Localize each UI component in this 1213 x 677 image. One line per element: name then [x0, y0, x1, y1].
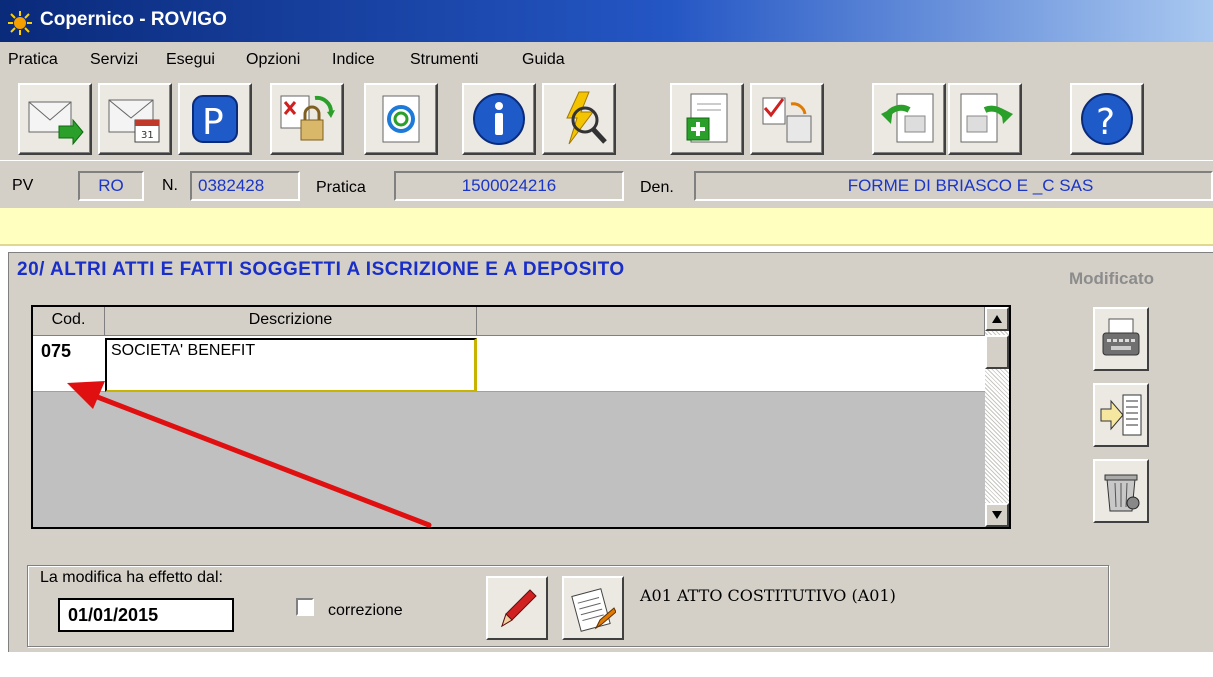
atto-label: A01 ATTO COSTITUTIVO (A01): [640, 586, 896, 605]
scroll-down-button[interactable]: [985, 503, 1009, 527]
typewriter-icon: [1102, 318, 1140, 356]
pv-label: PV: [12, 177, 34, 194]
parking-button[interactable]: P: [178, 83, 252, 155]
main-panel: 20/ ALTRI ATTI E FATTI SOGGETTI A ISCRIZ…: [8, 252, 1213, 652]
document-back-icon: [881, 93, 934, 143]
table-row[interactable]: 075 SOCIETA' BENEFIT: [33, 336, 985, 392]
n-field: 0382428: [190, 171, 300, 201]
scroll-up-button[interactable]: [985, 307, 1009, 331]
n-label: N.: [162, 177, 178, 194]
pratica-label: Pratica: [316, 179, 366, 196]
check-swap-button[interactable]: [750, 83, 824, 155]
mail-calendar-icon: 31: [108, 99, 160, 143]
mail-calendar-button[interactable]: 31: [98, 83, 172, 155]
section-title: 20/ ALTRI ATTI E FATTI SOGGETTI A ISCRIZ…: [17, 259, 625, 280]
notepad-icon: [571, 588, 616, 632]
check-swap-icon: [762, 97, 812, 143]
help-icon: ?: [1081, 93, 1133, 145]
message-bar: [0, 208, 1213, 246]
help-button[interactable]: ?: [1070, 83, 1144, 155]
effect-date-input[interactable]: 01/01/2015: [58, 598, 234, 632]
info-icon: [473, 93, 525, 145]
acts-grid: Cod. Descrizione 075 SOCIETA' BENEFIT: [31, 305, 1011, 529]
status-label: Modificato: [1069, 269, 1154, 288]
sun-icon: [8, 11, 32, 35]
insert-into-list-button[interactable]: [1093, 383, 1149, 447]
svg-text:31: 31: [141, 130, 154, 141]
refresh-document-button[interactable]: [364, 83, 438, 155]
correzione-label: correzione: [328, 602, 403, 619]
lightning-search-icon: [566, 91, 607, 145]
menu-esegui[interactable]: Esegui: [166, 51, 215, 69]
descrizione-cell[interactable]: SOCIETA' BENEFIT: [105, 338, 477, 392]
scroll-down-icon: [992, 511, 1002, 519]
document-back-button[interactable]: [872, 83, 946, 155]
pratica-field: 1500024216: [394, 171, 624, 201]
vertical-scrollbar[interactable]: [985, 307, 1009, 527]
lightning-search-button[interactable]: [542, 83, 616, 155]
send-mail-button[interactable]: [18, 83, 92, 155]
scroll-thumb[interactable]: [985, 335, 1009, 369]
add-document-button[interactable]: [670, 83, 744, 155]
document-forward-button[interactable]: [948, 83, 1022, 155]
document-add-icon: [686, 93, 728, 143]
menu-strumenti[interactable]: Strumenti: [410, 51, 478, 69]
cod-cell[interactable]: 075: [41, 341, 71, 362]
mail-send-icon: [28, 101, 84, 146]
scroll-up-icon: [992, 315, 1002, 323]
menu-indice[interactable]: Indice: [332, 51, 375, 69]
menu-guida[interactable]: Guida: [522, 51, 565, 69]
effect-label: La modifica ha effetto dal:: [40, 569, 223, 586]
column-header-descrizione[interactable]: Descrizione: [105, 307, 477, 336]
parking-p-icon: P: [192, 95, 238, 143]
arrow-into-list-icon: [1100, 394, 1142, 436]
lock-exchange-button[interactable]: [270, 83, 344, 155]
svg-text:P: P: [202, 102, 224, 143]
pencil-icon: [501, 589, 537, 628]
column-header-cod[interactable]: Cod.: [33, 307, 105, 336]
document-forward-icon: [960, 93, 1013, 143]
menu-servizi[interactable]: Servizi: [90, 51, 138, 69]
window-title: Copernico - ROVIGO: [40, 9, 227, 30]
toolbar: 31 P ?: [0, 78, 1213, 160]
document-refresh-icon: [382, 95, 420, 143]
pv-field: RO: [78, 171, 144, 201]
delete-button[interactable]: [1093, 459, 1149, 523]
info-bar: PV RO N. 0382428 Pratica 1500024216 Den.…: [0, 160, 1213, 208]
notepad-button[interactable]: [562, 576, 624, 640]
column-header-empty: [477, 307, 985, 336]
title-bar: Copernico - ROVIGO: [0, 0, 1213, 42]
correzione-checkbox[interactable]: [296, 598, 314, 616]
edit-button[interactable]: [486, 576, 548, 640]
info-button[interactable]: [462, 83, 536, 155]
effect-group: La modifica ha effetto dal: 01/01/2015 c…: [27, 565, 1109, 647]
den-label: Den.: [640, 179, 674, 196]
svg-text:?: ?: [1096, 102, 1115, 143]
trash-icon: [1104, 474, 1140, 512]
menu-bar: Pratica Servizi Esegui Opzioni Indice St…: [0, 42, 1213, 78]
menu-opzioni[interactable]: Opzioni: [246, 51, 300, 69]
den-field: FORME DI BRIASCO E _C SAS: [694, 171, 1213, 201]
lock-exchange-icon: [280, 95, 335, 141]
menu-pratica[interactable]: Pratica: [8, 51, 58, 69]
print-button[interactable]: [1093, 307, 1149, 371]
